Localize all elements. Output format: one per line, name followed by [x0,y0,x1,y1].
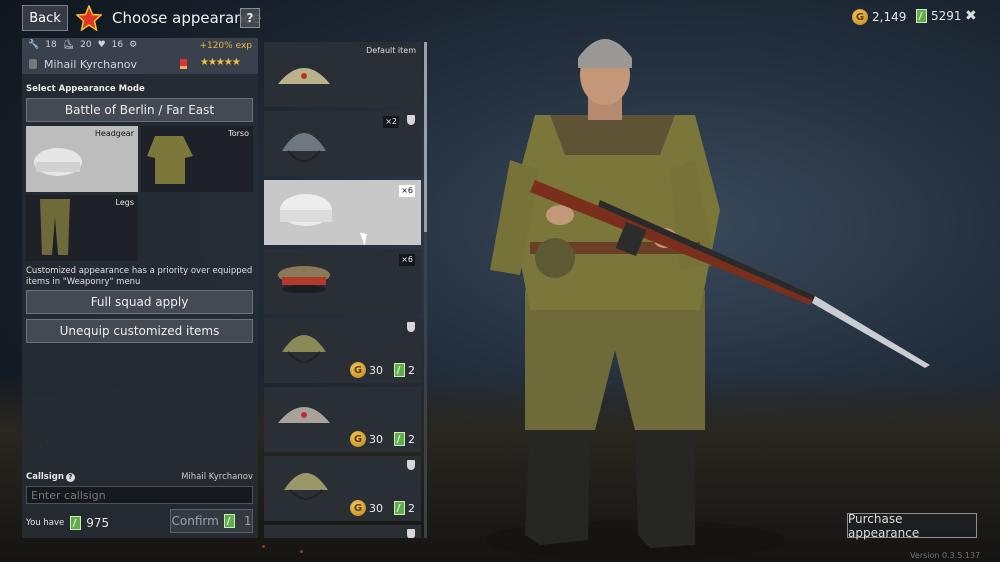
ticket-balance: 5291 [916,9,962,23]
stat-value: 16 [111,40,124,50]
shield-icon [407,322,415,332]
callsign-label: Callsign? [26,472,75,482]
callsign-current: Mihail Kyrchanov [181,472,253,482]
ember [300,550,303,553]
wrench-icon: 🔧 [28,40,40,50]
gold-coin-icon: G [350,500,366,516]
ticket-icon [394,501,405,515]
shield-icon [407,460,415,470]
page-title: Choose appearance [112,9,262,27]
slot-headgear[interactable]: Headgear [26,126,138,192]
appearance-mode-label: Select Appearance Mode [26,84,145,94]
list-item[interactable]: ×6 [264,249,421,314]
slot-label: Legs [115,198,134,207]
price-gold: 30 [369,501,383,515]
ticket-icon [394,432,405,446]
you-have-amount: 975 [86,516,110,530]
item-price: G 30 2 [350,500,415,516]
shield-icon [407,529,415,538]
left-panel: 🔧 18 ⛸ 20 ♥ 16 ⚙ +120% exp Mihail Kyrchanov… [22,38,258,538]
scrollbar-thumb[interactable] [424,42,427,232]
purchase-appearance-button[interactable]: Purchase appearance [847,512,977,540]
you-have-label: You have [26,518,65,528]
ticket-icon [70,516,82,530]
slot-label: Headgear [94,129,134,138]
gold-coin-icon: G [350,362,366,378]
unequip-customized-button[interactable]: Unequip customized items [26,319,253,343]
medal-icon [180,59,187,69]
soldier-preview[interactable] [470,20,950,562]
top-bar: Back Choose appearance ? G 2,149 5291 ✖ [0,0,1000,38]
list-item-selected[interactable]: ×6 [264,180,421,245]
list-item[interactable]: ×2 [264,111,421,176]
exp-bonus: +120% exp [199,41,252,51]
list-item[interactable]: Default item [264,42,421,107]
back-button[interactable]: Back [22,5,68,31]
help-icon[interactable]: ? [65,473,75,482]
confirm-label: Confirm [171,514,219,528]
item-price: G 30 2 [350,431,415,447]
headgear-item-list[interactable]: Default item ×2 ×6 ×6 G 30 2 G 30 2 G 30… [264,42,422,538]
count-badge: ×2 [383,116,399,128]
confirm-cost: 1 [243,514,252,528]
callsign-input[interactable] [26,486,253,504]
soldier-card[interactable]: 🔧 18 ⛸ 20 ♥ 16 ⚙ +120% exp Mihail Kyrchanov… [22,38,258,74]
heart-icon: ♥ [97,40,106,50]
slot-label: Torso [228,129,249,138]
peaked-cap-icon [278,266,330,293]
gold-balance: G 2,149 [852,9,906,25]
confirm-button[interactable]: Confirm 1 [170,509,253,533]
price-gold: 30 [369,432,383,446]
ticket-amount: 5291 [931,9,962,23]
priority-note: Customized appearance has a priority ove… [26,266,253,287]
ticket-icon [394,363,405,377]
full-squad-apply-button[interactable]: Full squad apply [26,290,253,314]
appearance-mode-button[interactable]: Battle of Berlin / Far East [26,98,253,122]
ticket-icon [916,9,927,23]
price-tickets: 2 [408,432,415,446]
knit-cap-icon [280,194,332,226]
gold-coin-icon: G [350,431,366,447]
list-item[interactable]: G 30 2 [264,318,421,383]
close-icon[interactable]: ✖ [965,8,977,24]
soldier-stats: 🔧 18 ⛸ 20 ♥ 16 ⚙ [28,40,137,50]
gear-icon: ⚙ [129,40,138,50]
shield-icon [407,115,415,125]
version-label: Version 0.3.5.137 [910,551,981,560]
slot-torso[interactable]: Torso [141,126,253,192]
gold-coin-icon: G [852,9,868,25]
stat-value: 20 [80,40,92,50]
gold-amount: 2,149 [872,10,907,24]
rating-stars: ★★★★★ [200,57,241,68]
list-item[interactable]: G 30 2 [264,456,421,521]
price-tickets: 2 [408,501,415,515]
price-gold: 30 [369,363,383,377]
you-have: You have 975 [26,516,109,530]
help-button[interactable]: ? [240,8,260,28]
default-item-caption: Default item [366,46,416,55]
list-item[interactable] [264,525,421,538]
ember [262,545,265,548]
star-icon [76,5,102,31]
boot-icon: ⛸ [62,40,75,50]
count-badge: ×6 [399,254,415,266]
list-item[interactable]: G 30 2 [264,387,421,452]
rank-icon [29,59,37,69]
soldier-name: Mihail Kyrchanov [44,58,138,71]
item-price: G 30 2 [350,362,415,378]
count-badge: ×6 [399,185,415,197]
slot-legs[interactable]: Legs [26,195,138,261]
stat-value: 18 [45,40,57,50]
ticket-icon [223,514,235,528]
price-tickets: 2 [408,363,415,377]
